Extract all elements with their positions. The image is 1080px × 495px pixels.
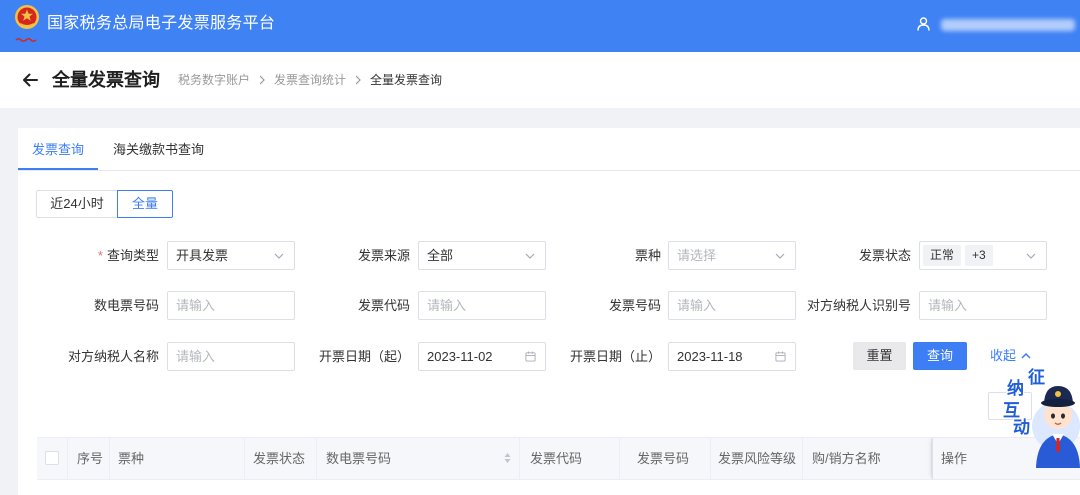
required-mark: * bbox=[97, 248, 103, 263]
tab-customs-payment-query[interactable]: 海关缴款书查询 bbox=[113, 128, 205, 170]
breadcrumb-item-current: 全量发票查询 bbox=[370, 73, 443, 87]
page-title: 全量发票查询 bbox=[52, 70, 160, 90]
sort-icon[interactable] bbox=[504, 452, 511, 464]
column-header-invoice-code: 发票代码 bbox=[520, 438, 620, 479]
mascot-char-2: 纳 bbox=[1007, 379, 1024, 398]
range-toggle-24h[interactable]: 近24小时 bbox=[36, 190, 118, 218]
national-emblem-logo bbox=[15, 5, 39, 43]
platform-title: 国家税务总局电子发票服务平台 bbox=[47, 15, 276, 32]
invoice-source-label: 发票来源 bbox=[357, 248, 410, 263]
query-card: 发票查询 海关缴款书查询 近24小时 全量 * 查询类型 开具发票 发票来源 全部… bbox=[18, 128, 1080, 495]
invoice-number-label: 发票号码 bbox=[608, 298, 661, 313]
status-tag-more-count: +3 bbox=[965, 245, 993, 266]
breadcrumb: 税务数字账户 发票查询统计 全量发票查询 bbox=[178, 72, 442, 88]
issue-date-start-label: 开票日期（起） bbox=[318, 349, 410, 364]
query-type-value: 开具发票 bbox=[176, 248, 229, 263]
breadcrumb-item-tax-digital-account[interactable]: 税务数字账户 bbox=[178, 72, 250, 88]
chevron-down-icon bbox=[1026, 253, 1036, 259]
column-header-invoice-number: 发票号码 bbox=[620, 438, 711, 479]
tab-invoice-query[interactable]: 发票查询 bbox=[18, 128, 98, 170]
chevron-up-icon bbox=[1021, 353, 1031, 359]
issue-date-end-picker[interactable] bbox=[668, 342, 796, 371]
search-button[interactable]: 查询 bbox=[913, 342, 967, 370]
active-tab-indicator bbox=[18, 168, 98, 170]
select-all-cell bbox=[37, 438, 68, 479]
tab-bar: 发票查询 海关缴款书查询 bbox=[18, 128, 1080, 171]
chevron-right-icon bbox=[259, 75, 265, 85]
counterparty-tax-id-field[interactable] bbox=[919, 291, 1047, 320]
counterparty-tax-id-label: 对方纳税人识别号 bbox=[806, 298, 911, 313]
column-header-invoice-kind: 票种 bbox=[110, 438, 245, 479]
mascot-char-4: 动 bbox=[1013, 418, 1030, 437]
chevron-right-icon bbox=[355, 75, 361, 85]
invoice-kind-placeholder: 请选择 bbox=[677, 248, 717, 263]
invoice-status-select[interactable]: 正常 +3 bbox=[919, 241, 1047, 270]
collapse-label: 收起 bbox=[990, 348, 1017, 363]
page-header: 全量发票查询 税务数字账户 发票查询统计 全量发票查询 bbox=[0, 52, 1080, 108]
invoice-kind-label: 票种 bbox=[634, 248, 661, 263]
collapse-filters-link[interactable]: 收起 bbox=[990, 347, 1031, 365]
column-header-digital-invoice-number-label: 数电票号码 bbox=[326, 451, 392, 466]
column-header-invoice-status: 发票状态 bbox=[245, 438, 317, 479]
reset-button[interactable]: 重置 bbox=[853, 342, 906, 370]
invoice-table-header: 序号 票种 发票状态 数电票号码 发票代码 发票号码 发票风险等级 购/销方名称… bbox=[37, 437, 1080, 480]
mascot-char-1: 征 bbox=[1028, 368, 1045, 387]
calendar-icon[interactable] bbox=[775, 351, 786, 362]
back-arrow-icon[interactable] bbox=[22, 73, 38, 87]
select-all-checkbox[interactable] bbox=[45, 451, 59, 465]
user-icon[interactable] bbox=[917, 17, 930, 31]
range-toggle-all[interactable]: 全量 bbox=[117, 190, 173, 218]
column-header-buyer-seller-name: 购/销方名称 bbox=[803, 438, 932, 479]
invoice-status-label: 发票状态 bbox=[858, 248, 911, 263]
column-header-risk-level: 发票风险等级 bbox=[711, 438, 803, 479]
query-type-label-text: 查询类型 bbox=[106, 248, 159, 263]
digital-invoice-number-label: 数电票号码 bbox=[93, 298, 159, 313]
column-header-index: 序号 bbox=[68, 438, 110, 479]
column-header-digital-invoice-number: 数电票号码 bbox=[317, 438, 520, 479]
breadcrumb-item-invoice-query-stats[interactable]: 发票查询统计 bbox=[274, 72, 346, 88]
counterparty-tax-id-input[interactable] bbox=[920, 292, 1046, 319]
query-type-label: * 查询类型 bbox=[19, 241, 159, 270]
invoice-code-label: 发票代码 bbox=[357, 298, 410, 313]
counterparty-name-label: 对方纳税人名称 bbox=[67, 349, 159, 364]
invoice-source-value: 全部 bbox=[427, 248, 454, 263]
username-blurred[interactable] bbox=[941, 19, 1075, 31]
interaction-mascot[interactable]: 征 纳 互 动 bbox=[1000, 366, 1080, 468]
status-tag-normal: 正常 bbox=[923, 245, 962, 266]
issue-date-end-label: 开票日期（止） bbox=[569, 349, 661, 364]
top-navbar: 国家税务总局电子发票服务平台 bbox=[0, 0, 1080, 52]
